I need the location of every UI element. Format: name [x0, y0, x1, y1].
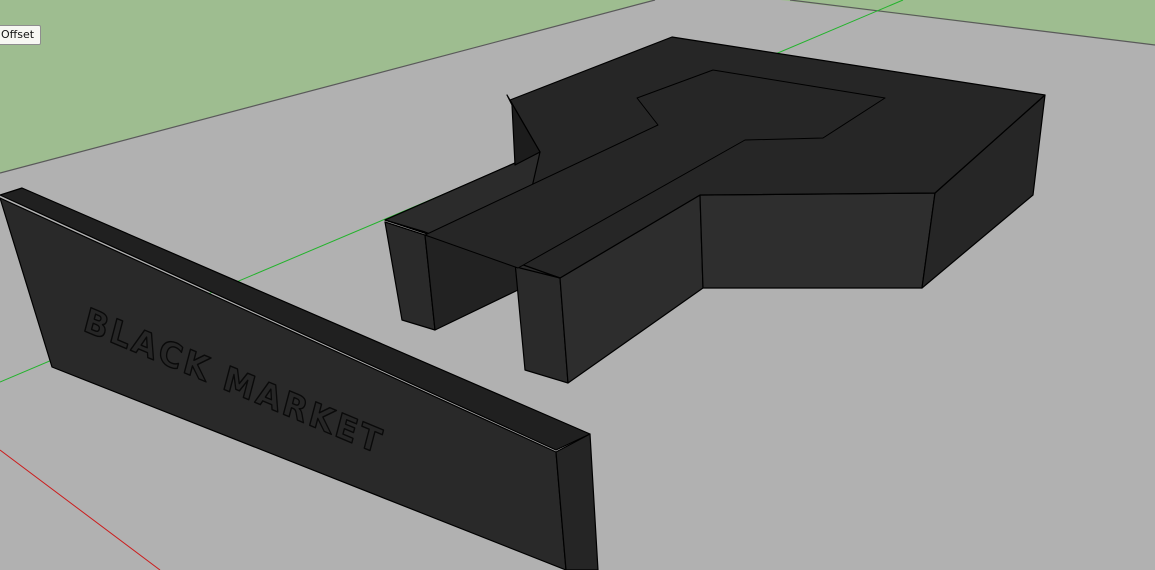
- counter-front-face: [699, 192, 936, 289]
- tool-tooltip: Offset: [0, 25, 42, 45]
- counter-model[interactable]: [384, 36, 1046, 384]
- red-axis: [0, 449, 161, 570]
- 3d-viewport[interactable]: BLACK MARKET: [0, 0, 1155, 570]
